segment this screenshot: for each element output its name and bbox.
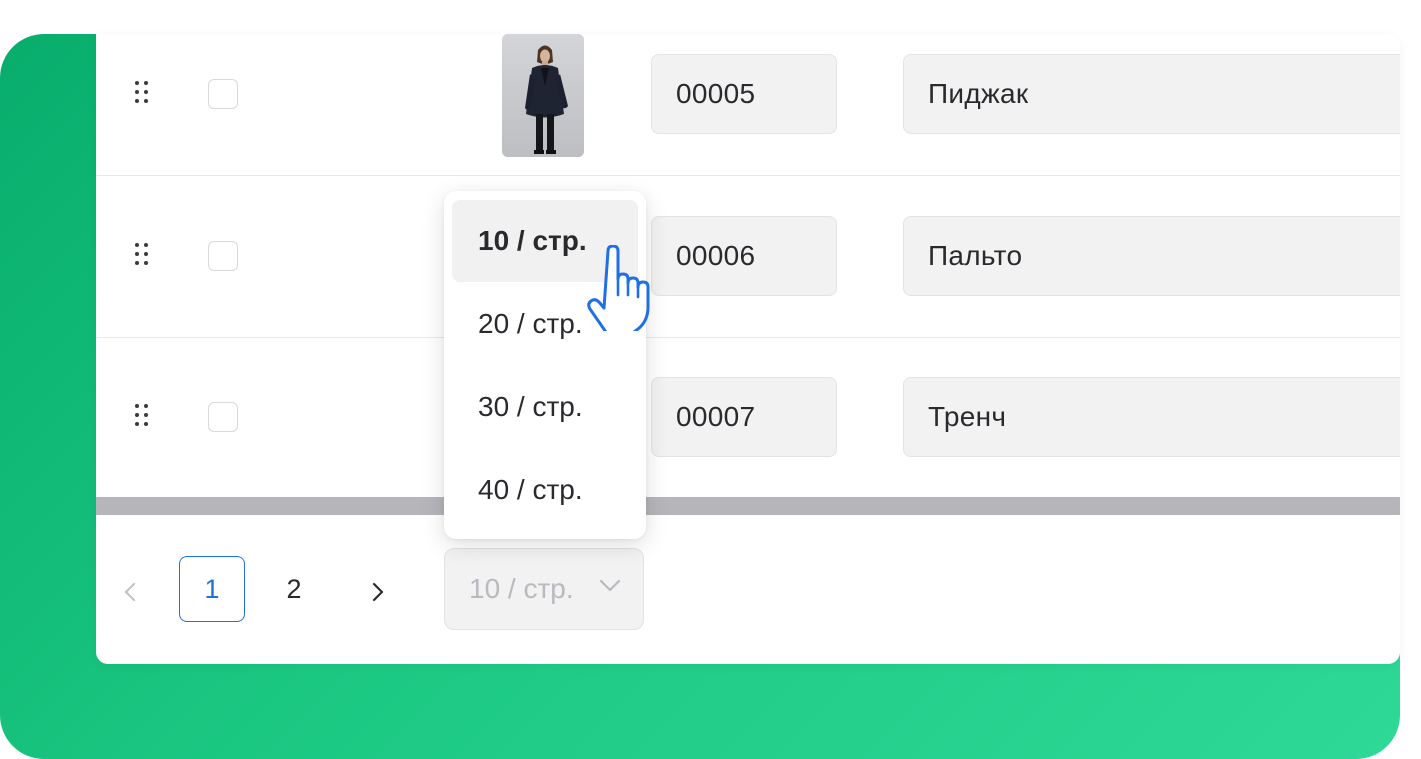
row-checkbox[interactable] <box>208 402 238 432</box>
product-name-field[interactable]: Пальто <box>903 216 1400 296</box>
product-code-field[interactable]: 00006 <box>651 216 837 296</box>
product-code-field[interactable]: 00007 <box>651 377 837 457</box>
drag-handle-icon[interactable] <box>132 243 152 269</box>
chevron-left-icon <box>124 582 136 602</box>
page-button-2[interactable]: 2 <box>261 556 327 622</box>
page-size-select[interactable]: 10 / стр. <box>444 548 644 630</box>
chevron-right-icon <box>372 582 384 602</box>
product-name-field[interactable]: Пиджак <box>903 54 1400 134</box>
drag-handle-icon[interactable] <box>132 81 152 107</box>
page-button-1[interactable]: 1 <box>179 556 245 622</box>
prev-page-button[interactable] <box>110 572 150 612</box>
hand-pointer-icon <box>587 245 650 331</box>
row-checkbox[interactable] <box>208 241 238 271</box>
product-name-field[interactable]: Тренч <box>903 377 1400 457</box>
drag-handle-icon[interactable] <box>132 404 152 430</box>
row-checkbox[interactable] <box>208 79 238 109</box>
table-row: 00006 Пальто <box>96 176 1400 338</box>
horizontal-scrollbar[interactable] <box>96 497 1400 515</box>
page-size-option-30[interactable]: 30 / стр. <box>452 366 638 448</box>
product-table-card: 00005 Пиджак 00006 Пальто 00007 Тренч 1 … <box>96 34 1400 664</box>
product-photo <box>502 34 584 157</box>
page-size-dropdown: 10 / стр. 20 / стр. 30 / стр. 40 / стр. <box>444 191 646 539</box>
chevron-down-icon <box>599 579 621 592</box>
page-size-value: 10 / стр. <box>469 573 574 604</box>
product-code-field[interactable]: 00005 <box>651 54 837 134</box>
table-row: 00007 Тренч <box>96 337 1400 499</box>
table-row: 00005 Пиджак <box>96 34 1400 176</box>
pagination: 1 2 10 / стр. <box>96 548 1400 630</box>
next-page-button[interactable] <box>358 572 398 612</box>
page-size-option-40[interactable]: 40 / стр. <box>452 449 638 531</box>
